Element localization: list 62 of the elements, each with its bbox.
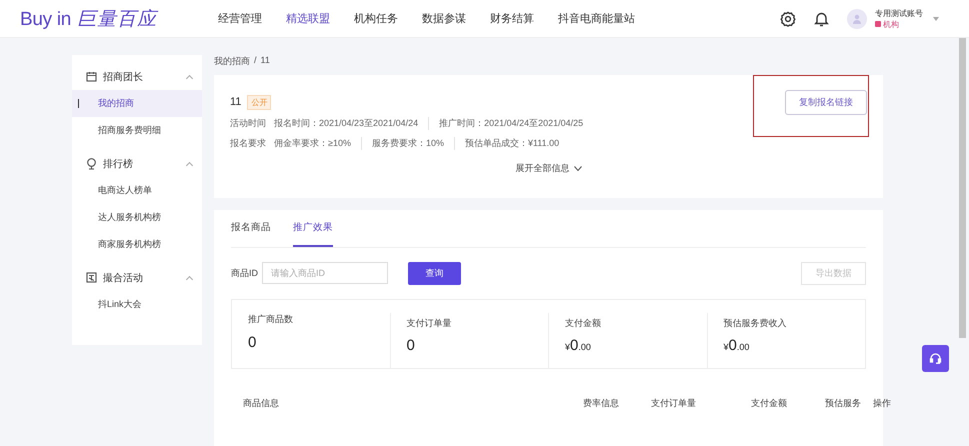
sidebar-item[interactable]: 达人服务机构榜 <box>72 204 202 231</box>
nav-tab[interactable]: 精选联盟 <box>286 11 354 26</box>
info-value: 推广时间：2021/04/24至2021/04/25 <box>439 116 584 130</box>
sidebar-item[interactable]: 电商达人榜单 <box>72 177 202 204</box>
notification-icon[interactable] <box>814 10 829 26</box>
nav-tab[interactable]: 机构任务 <box>354 11 422 26</box>
building-icon <box>875 21 881 27</box>
sidebar-group-title[interactable]: 撮合活动 <box>103 270 143 284</box>
trophy-icon <box>86 158 97 170</box>
info-value: 佣金率要求：≥10% <box>274 136 362 150</box>
tab[interactable]: 报名商品 <box>231 220 271 247</box>
scrollbar[interactable] <box>959 38 966 338</box>
breadcrumb-item[interactable]: 我的招商 <box>214 55 250 75</box>
campaign-title: 11 <box>230 96 242 108</box>
info-value: 服务费要求：10% <box>372 136 455 150</box>
stat-label: 预估服务费收入 <box>724 316 788 330</box>
column-header: 费率信息 <box>583 396 620 410</box>
breadcrumb-item: 11 <box>260 55 270 67</box>
info-label: 活动时间 <box>230 116 266 130</box>
nav-tab[interactable]: 经营管理 <box>218 11 286 26</box>
stat-value: 0 <box>406 336 416 354</box>
stat-label: 支付金额 <box>565 316 602 330</box>
stat-value: 0 <box>248 334 258 351</box>
column-header: 操作 <box>873 396 892 410</box>
copy-link-button[interactable]: 复制报名链接 <box>785 90 867 115</box>
nav-tab[interactable]: 数据参谋 <box>422 11 490 26</box>
info-value: 预估单品成交：¥111.00 <box>464 136 560 150</box>
sidebar-group-title[interactable]: 招商团长 <box>103 70 143 84</box>
stat-label: 支付订单量 <box>406 316 452 330</box>
stat-label: 推广商品数 <box>248 312 294 326</box>
sidebar-item[interactable]: 商家服务机构榜 <box>72 231 202 258</box>
user-role: 机构 <box>883 18 899 30</box>
headset-icon[interactable] <box>929 352 942 365</box>
info-value: 报名时间：2021/04/23至2021/04/24 <box>274 116 430 130</box>
info-label: 报名要求 <box>230 136 266 150</box>
user-name: 专用测试账号 <box>875 8 923 18</box>
sidebar-item[interactable]: 招商服务费明细 <box>72 117 202 144</box>
expand-link[interactable]: 展开全部信息 <box>516 162 570 175</box>
logo-text: 巨量百应 <box>77 8 158 32</box>
tab[interactable]: 推广效果 <box>293 220 333 247</box>
nav-tab[interactable]: 抖音电商能量站 <box>558 11 635 26</box>
sidebar-item[interactable]: 抖Link大会 <box>72 291 202 318</box>
logo-text: Buy in <box>20 8 72 30</box>
column-header: 预估服务 <box>825 396 862 410</box>
stat-value: ¥0.00 <box>724 336 750 354</box>
sidebar-item[interactable]: 我的招商 <box>72 90 202 117</box>
nav-tab[interactable]: 财务结算 <box>490 11 558 26</box>
query-button[interactable]: 查询 <box>408 262 461 285</box>
calendar-icon <box>86 71 97 82</box>
column-header: 支付金额 <box>751 396 788 410</box>
breadcrumb-separator: / <box>254 55 257 67</box>
chevron-down-icon[interactable] <box>574 166 582 171</box>
support-button[interactable] <box>922 345 949 372</box>
avatar-icon[interactable] <box>847 8 867 28</box>
column-header: 支付订单量 <box>651 396 697 410</box>
stat-value: ¥0.00 <box>565 336 592 354</box>
status-tag: 公开 <box>247 94 272 110</box>
column-header: 商品信息 <box>242 396 280 410</box>
field-label: 商品ID <box>231 266 258 280</box>
product-id-field[interactable]: 请输入商品ID <box>262 262 388 284</box>
sidebar-group-title[interactable]: 排行榜 <box>103 156 133 170</box>
settings-icon[interactable] <box>780 10 796 26</box>
